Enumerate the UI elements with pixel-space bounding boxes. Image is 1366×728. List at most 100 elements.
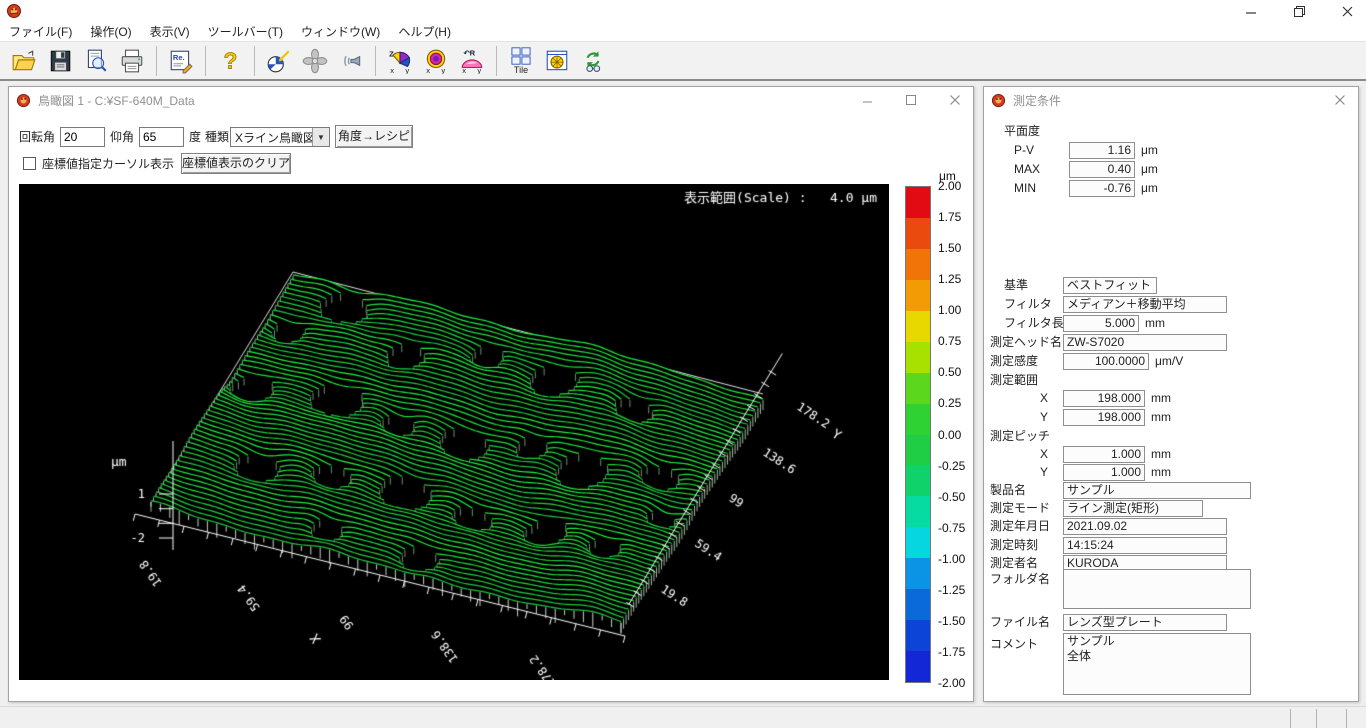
save-button[interactable] (42, 44, 78, 78)
toolbar-separator (375, 46, 376, 76)
tile-button[interactable]: Tile (503, 44, 539, 78)
field-label: MAX (1014, 161, 1040, 178)
toolbar-separator (205, 46, 206, 76)
field-label: Y (1040, 464, 1048, 481)
field-row: 測定感度 100.0000 μm/V (984, 353, 1358, 371)
flatness-section-label: 平面度 (1004, 123, 1040, 140)
color-scale-tick: 0.00 (938, 428, 961, 442)
conditions-titlebar[interactable]: 測定条件 (984, 87, 1358, 113)
menu-window[interactable]: ウィンドウ(W) (292, 22, 389, 42)
field-value: 198.000 (1063, 390, 1145, 407)
color-scale-tick: -0.50 (938, 490, 965, 504)
cursor-display-checkbox[interactable] (23, 157, 36, 170)
tile-caption: Tile (514, 66, 528, 75)
window-circle-icon (544, 48, 570, 74)
close-button[interactable] (1332, 92, 1348, 108)
field-label: MIN (1014, 180, 1036, 197)
color-scale-tick: 0.50 (938, 365, 961, 379)
refresh-glasses-icon (580, 48, 606, 74)
color-scale-tick: -1.00 (938, 552, 965, 566)
field-row: フォルダ名 (984, 571, 1358, 613)
main-titlebar[interactable] (0, 0, 1366, 22)
color-scale-tick: -1.25 (938, 583, 965, 597)
view-z-xy-button[interactable]: Zxy (382, 44, 418, 78)
menu-help[interactable]: ヘルプ(H) (389, 22, 460, 42)
maximize-button[interactable] (903, 92, 919, 108)
svg-text:x: x (426, 65, 430, 73)
statusbar-cell (1346, 709, 1366, 728)
fan-button[interactable] (297, 44, 333, 78)
cursor-checkbox-label: 座標値指定カーソル表示 (42, 155, 174, 173)
view-o-xy-button[interactable]: xy (418, 44, 454, 78)
type-label: 種類 (205, 128, 229, 146)
close-button[interactable] (947, 92, 963, 108)
restore-button[interactable] (1290, 2, 1308, 20)
view-type-select[interactable]: Xライン鳥瞰図 ▼ (230, 127, 330, 147)
svg-text:Re.: Re. (173, 52, 185, 61)
field-value: 14:15:24 (1063, 537, 1227, 554)
color-scale-tick: -2.00 (938, 676, 965, 690)
menu-operation[interactable]: 操作(O) (81, 22, 140, 42)
fan-icon (302, 48, 328, 74)
field-label: P-V (1014, 142, 1034, 159)
svg-text:x: x (390, 65, 394, 73)
menu-view[interactable]: 表示(V) (141, 22, 199, 42)
report-icon: Re. (168, 48, 194, 74)
field-label: 基準 (1004, 277, 1028, 294)
measurement-conditions-window: 測定条件 平面度 P-V 1.16 μm MAX 0.40 μm MIN -0.… (983, 86, 1359, 702)
field-value: ZW-S7020 (1063, 334, 1227, 351)
color-scale-tick: -0.25 (938, 459, 965, 473)
field-label: 測定ピッチ (990, 428, 1050, 445)
angle-recipe-button[interactable]: 角度→レシピ (335, 125, 413, 148)
minimize-button[interactable] (859, 92, 875, 108)
clear-coordinates-button[interactable]: 座標値表示のクリア (181, 153, 291, 174)
close-button[interactable] (1338, 2, 1356, 20)
elevation-input[interactable] (139, 127, 184, 147)
print-preview-button[interactable] (78, 44, 114, 78)
field-label: 測定ヘッド名 (990, 334, 1062, 351)
field-value: 1.16 (1069, 142, 1135, 159)
window-title: 鳥瞰図 1 - C:¥SF-640M_Data (38, 92, 195, 109)
field-row: コメント サンプル 全体 (984, 636, 1358, 700)
field-unit: μm (1141, 180, 1158, 197)
field-label: 測定モード (990, 500, 1050, 517)
field-row: 測定時刻 14:15:24 (984, 537, 1358, 555)
view-r-xy-button[interactable]: ↶Rxy (454, 44, 490, 78)
toolbar: Re. ? Zxy xy ↶Rxy Tile (0, 42, 1366, 81)
dropdown-arrow-icon[interactable]: ▼ (312, 128, 329, 146)
field-row: 製品名 サンプル (984, 482, 1358, 500)
report-button[interactable]: Re. (163, 44, 199, 78)
field-label: 製品名 (990, 482, 1026, 499)
toolbar-separator (496, 46, 497, 76)
print-icon (119, 48, 145, 74)
print-button[interactable] (114, 44, 150, 78)
color-scale: μm 2.001.751.501.251.000.750.500.250.00-… (905, 186, 973, 683)
field-value: 100.0000 (1063, 353, 1149, 370)
field-value: レンズ型プレート (1063, 614, 1227, 631)
open-icon (11, 48, 37, 74)
flatness-row: MIN -0.76 μm (984, 180, 1358, 198)
color-scale-tick: -0.75 (938, 521, 965, 535)
help-icon: ? (217, 48, 243, 74)
svg-text:↶R: ↶R (463, 48, 475, 57)
bird-view-canvas[interactable] (19, 184, 889, 680)
color-scale-tick: 1.25 (938, 272, 961, 286)
statusbar-cell (1316, 709, 1346, 728)
svg-text:x: x (462, 65, 466, 73)
window-circle-button[interactable] (539, 44, 575, 78)
menu-toolbar[interactable]: ツールバー(T) (199, 22, 292, 42)
menu-file[interactable]: ファイル(F) (0, 22, 81, 42)
bird-view-titlebar[interactable]: 鳥瞰図 1 - C:¥SF-640M_Data (9, 87, 973, 113)
field-value: 1.000 (1063, 446, 1145, 463)
coordinate-pointer-button[interactable] (261, 44, 297, 78)
refresh-glasses-button[interactable] (575, 44, 611, 78)
minimize-button[interactable] (1242, 2, 1260, 20)
svg-text:y: y (441, 65, 445, 73)
open-button[interactable] (6, 44, 42, 78)
field-row: X 198.000 mm (984, 390, 1358, 408)
field-row: 基準 ベストフィット (984, 277, 1358, 295)
plot-area[interactable] (19, 184, 889, 680)
rotation-input[interactable] (60, 127, 105, 147)
sound-button[interactable] (333, 44, 369, 78)
help-button[interactable]: ? (212, 44, 248, 78)
